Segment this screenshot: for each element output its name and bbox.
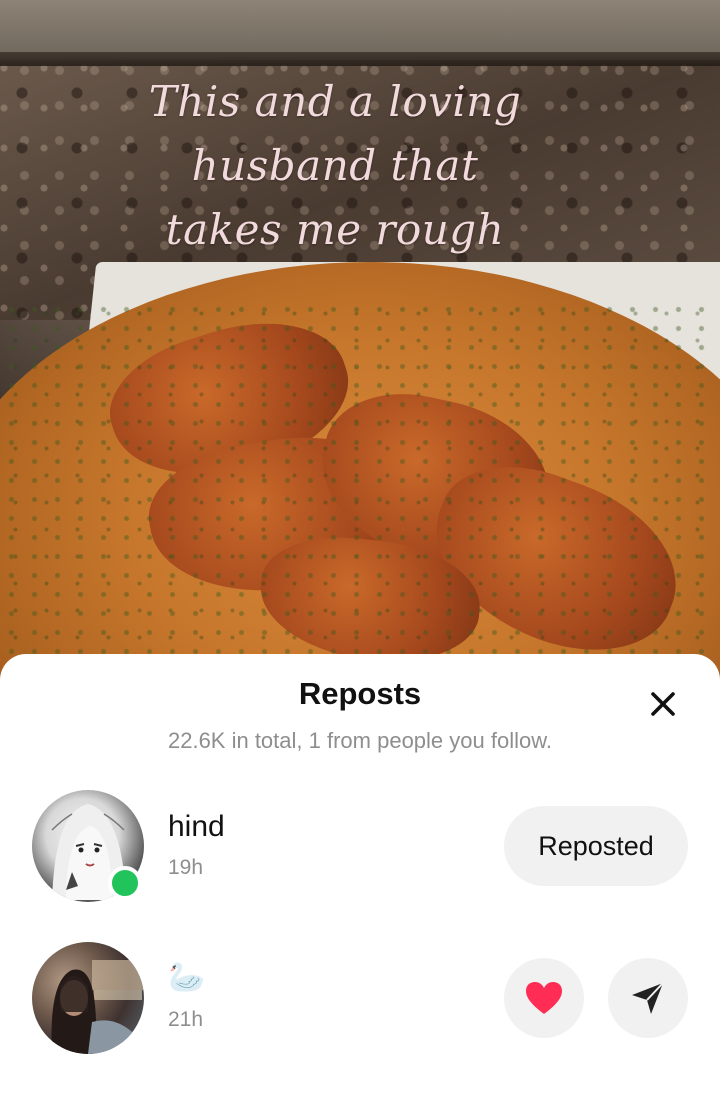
photo-wall: [0, 0, 720, 60]
caption-line: This and a loving: [148, 77, 522, 126]
reposted-button[interactable]: Reposted: [504, 806, 688, 886]
like-button[interactable]: [504, 958, 584, 1038]
repost-time: 21h: [168, 1008, 204, 1031]
post-caption: This and a loving husband that takes me …: [140, 70, 530, 262]
close-icon: [651, 692, 675, 716]
username[interactable]: 🦢: [168, 960, 205, 995]
send-icon: [632, 982, 664, 1014]
heart-icon: [526, 982, 562, 1014]
reposts-sheet: Reposts 22.6K in total, 1 from people yo…: [0, 654, 720, 1106]
photo-herbs: [0, 300, 720, 700]
online-status-indicator: [108, 866, 142, 900]
username[interactable]: hind: [168, 810, 225, 844]
caption-line: takes me rough: [165, 205, 505, 254]
sheet-title: Reposts: [298, 676, 422, 711]
send-button[interactable]: [608, 958, 688, 1038]
repost-row: 🦢 21h: [0, 942, 720, 1062]
photo-counter-edge: [0, 52, 720, 66]
repost-row: hind 19h Reposted: [0, 790, 720, 910]
sheet-subtitle: 22.6K in total, 1 from people you follow…: [167, 728, 552, 753]
avatar-photo: [51, 960, 144, 1054]
repost-time: 19h: [168, 856, 204, 879]
caption-line: husband that: [191, 141, 479, 190]
avatar[interactable]: [32, 942, 144, 1054]
close-button[interactable]: [643, 684, 683, 724]
post-photo: This and a loving husband that takes me …: [0, 0, 720, 700]
